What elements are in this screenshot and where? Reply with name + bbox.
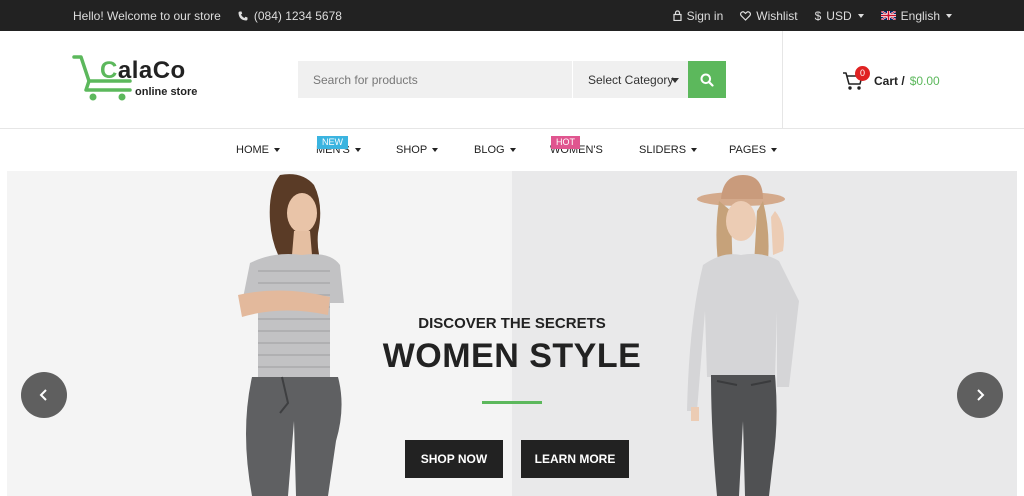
search-icon bbox=[700, 73, 714, 87]
chevron-down-icon bbox=[354, 148, 361, 152]
category-label: Select Category bbox=[588, 72, 674, 87]
sign-in-label: Sign in bbox=[686, 8, 724, 23]
shop-now-button[interactable]: SHOP NOW bbox=[405, 440, 503, 478]
cart-count-badge: 0 bbox=[855, 66, 870, 81]
nav-item-shop[interactable]: SHOP bbox=[396, 144, 439, 156]
nav-home-label: HOME bbox=[236, 144, 269, 156]
chevron-down-icon bbox=[432, 148, 439, 152]
learn-more-button[interactable]: LEARN MORE bbox=[521, 440, 629, 478]
search-input[interactable] bbox=[298, 61, 572, 98]
chevron-down-icon bbox=[946, 13, 952, 18]
main-nav: HOME NEW MEN'S SHOP BLOG HOT WOMEN'S SLI… bbox=[0, 129, 1024, 171]
welcome-text: Hello! Welcome to our store bbox=[73, 8, 221, 23]
currency-label: USD bbox=[826, 8, 852, 23]
uk-flag-icon bbox=[880, 11, 896, 20]
category-select[interactable]: Select Category bbox=[572, 61, 688, 98]
new-badge: NEW bbox=[317, 136, 348, 149]
slider-next-button[interactable] bbox=[957, 372, 1003, 418]
chevron-right-icon bbox=[977, 389, 985, 401]
phone-icon bbox=[238, 11, 248, 20]
phone-number: (084) 1234 5678 bbox=[253, 8, 342, 23]
cart-label: Cart / bbox=[874, 74, 905, 88]
nav-item-mens[interactable]: NEW MEN'S bbox=[316, 136, 361, 156]
model-left-image bbox=[238, 174, 344, 496]
chevron-left-icon bbox=[39, 389, 47, 401]
hero-slider: DISCOVER THE SECRETS WOMEN STYLE SHOP NO… bbox=[7, 171, 1017, 496]
chevron-down-icon bbox=[857, 13, 864, 18]
nav-item-womens[interactable]: HOT WOMEN'S bbox=[550, 136, 603, 156]
nav-item-pages[interactable]: PAGES bbox=[729, 144, 778, 156]
chevron-down-icon bbox=[509, 148, 516, 152]
site-header: CalaCo online store Select Category 0 Ca… bbox=[0, 31, 1024, 129]
logo[interactable]: CalaCo online store bbox=[72, 53, 212, 105]
nav-blog-label: BLOG bbox=[474, 144, 505, 156]
chevron-down-icon bbox=[771, 148, 778, 152]
nav-item-sliders[interactable]: SLIDERS bbox=[639, 144, 698, 156]
cart-amount: $0.00 bbox=[909, 74, 940, 88]
model-right-image bbox=[687, 175, 799, 496]
dollar-icon: $ bbox=[814, 8, 822, 23]
hot-badge: HOT bbox=[551, 136, 580, 149]
nav-sliders-label: SLIDERS bbox=[639, 144, 687, 156]
phone-info: (084) 1234 5678 bbox=[238, 9, 342, 23]
logo-brand-rest: alaCo bbox=[117, 57, 186, 84]
nav-item-blog[interactable]: BLOG bbox=[474, 144, 516, 156]
slider-prev-button[interactable] bbox=[21, 372, 67, 418]
chevron-down-icon bbox=[691, 148, 698, 152]
top-bar-left: Hello! Welcome to our store (084) 1234 5… bbox=[73, 0, 342, 31]
search-bar: Select Category bbox=[298, 61, 726, 98]
hero-title: WOMEN STYLE bbox=[382, 337, 642, 375]
language-selector[interactable]: English bbox=[880, 8, 952, 23]
hero-subtitle: DISCOVER THE SECRETS bbox=[418, 315, 606, 332]
caret-down-icon bbox=[671, 78, 679, 83]
cart-widget[interactable]: 0 Cart / $0.00 bbox=[842, 66, 940, 91]
logo-tagline: online store bbox=[135, 86, 198, 98]
top-bar-right: Sign in Wishlist $ USD English bbox=[656, 0, 952, 31]
nav-shop-label: SHOP bbox=[396, 144, 428, 156]
top-bar: Hello! Welcome to our store (084) 1234 5… bbox=[0, 0, 1024, 31]
currency-selector[interactable]: $ USD bbox=[815, 9, 864, 23]
wishlist-label: Wishlist bbox=[756, 8, 798, 23]
heart-icon bbox=[740, 10, 752, 21]
nav-item-home[interactable]: HOME bbox=[236, 144, 280, 156]
language-label: English bbox=[900, 8, 940, 23]
search-button[interactable] bbox=[688, 61, 726, 98]
lock-icon bbox=[672, 10, 682, 21]
hero-accent-line bbox=[482, 401, 542, 404]
sign-in-link[interactable]: Sign in bbox=[672, 8, 724, 23]
header-divider bbox=[782, 31, 783, 129]
logo-brand: CalaCo bbox=[100, 57, 186, 85]
wishlist-link[interactable]: Wishlist bbox=[740, 8, 798, 23]
logo-brand-initial: C bbox=[100, 57, 118, 84]
chevron-down-icon bbox=[274, 148, 280, 152]
nav-pages-label: PAGES bbox=[729, 144, 767, 156]
